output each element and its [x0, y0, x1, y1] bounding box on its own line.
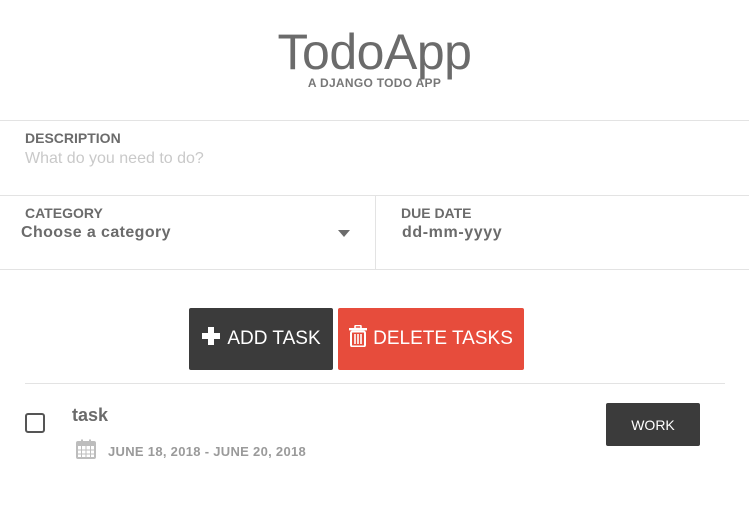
delete-tasks-button[interactable]: DELETE TASKS [338, 308, 524, 370]
description-input[interactable] [25, 148, 725, 170]
due-date-input[interactable]: dd-mm-yyyy [402, 224, 502, 242]
task-category-badge[interactable]: WORK [606, 403, 700, 446]
category-selected-value[interactable]: Choose a category [21, 224, 171, 242]
task-date-range: JUNE 18, 2018 - JUNE 20, 2018 [108, 444, 307, 459]
calendar-icon [76, 439, 96, 459]
add-task-button[interactable]: ADD TASK [189, 308, 333, 370]
header-divider [0, 120, 749, 121]
fields-divider [0, 269, 749, 270]
field-separator [375, 196, 376, 269]
app-subtitle: A DJANGO TODO APP [307, 76, 442, 90]
chevron-down-icon[interactable] [338, 230, 350, 237]
task-title: task [72, 405, 109, 425]
plus-icon [201, 326, 221, 352]
add-task-label: ADD TASK [227, 328, 321, 349]
due-date-label: DUE DATE [401, 205, 472, 221]
task-checkbox[interactable] [25, 413, 45, 433]
delete-tasks-label: DELETE TASKS [373, 328, 513, 349]
app-title: TodoApp [277, 24, 472, 80]
description-label: DESCRIPTION [25, 130, 121, 146]
trash-icon [349, 324, 368, 353]
category-label: CATEGORY [25, 205, 103, 221]
list-divider [25, 383, 725, 384]
